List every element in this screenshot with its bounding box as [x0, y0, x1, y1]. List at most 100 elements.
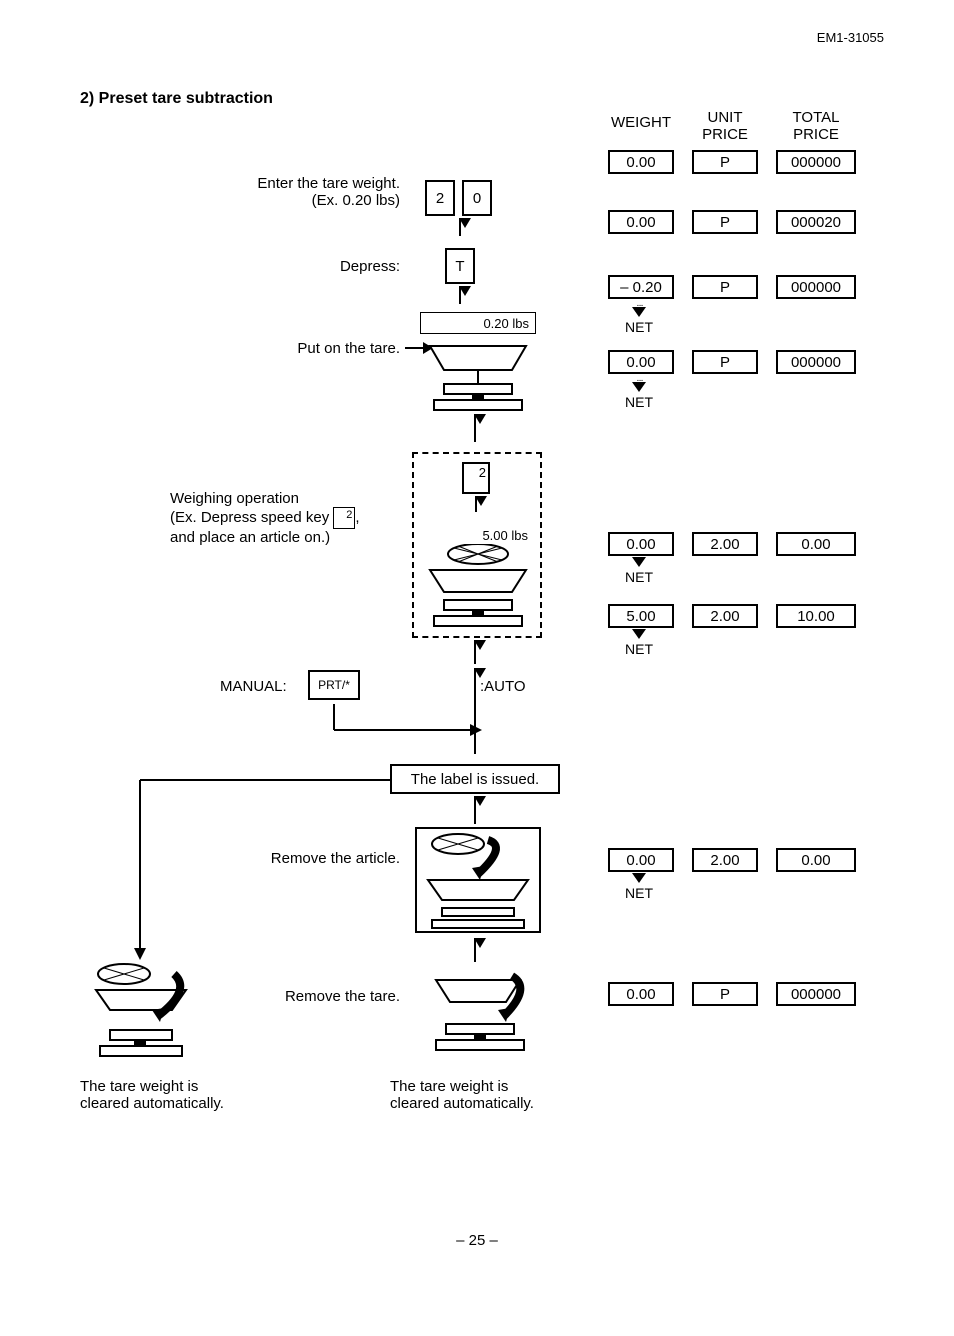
remove-tare-left-icon — [88, 960, 194, 1070]
net-label: NET — [614, 885, 664, 901]
prt-key[interactable]: PRT/* — [308, 670, 360, 700]
disp-r2-unit: P — [692, 210, 758, 234]
net-label: NET — [614, 394, 664, 410]
disp-r2-weight: 0.00 — [608, 210, 674, 234]
connector-icon — [330, 700, 490, 760]
disp-r6-weight: 5.00 — [608, 604, 674, 628]
arrow-icon — [459, 286, 461, 304]
disp-r3-w-val: – 0.20 — [620, 279, 662, 296]
page-number: – 25 – — [0, 1232, 954, 1249]
step4-l1: Weighing operation — [170, 490, 400, 507]
inline-speed-key: 2 — [333, 507, 355, 529]
arrow-icon — [474, 668, 476, 754]
remove-tare-icon — [414, 966, 542, 1064]
section-title: 2) Preset tare subtraction — [80, 90, 273, 108]
disp-r4-u-val: P — [720, 354, 730, 371]
disp-r7-u-val: 2.00 — [710, 852, 739, 869]
step4-l2-pre: (Ex. Depress speed key — [170, 509, 333, 526]
disp-r3-t-val: 000000 — [791, 279, 841, 296]
disp-r8-weight: 0.00 — [608, 982, 674, 1006]
arrow-icon — [474, 414, 476, 442]
disp-r5-total: 0.00 — [776, 532, 856, 556]
disp-r5-w-val: 0.00 — [626, 536, 655, 553]
disp-r2-t-val: 000020 — [791, 214, 841, 231]
arrow-icon — [474, 640, 476, 664]
disp-r3-weight: – 0.20 — [608, 275, 674, 299]
disp-r3-u-val: P — [720, 279, 730, 296]
disp-r4-t-val: 000000 — [791, 354, 841, 371]
scale-weight-label: 5.00 lbs — [420, 528, 536, 543]
key-0[interactable]: 0 — [462, 180, 492, 216]
key-T-label: T — [455, 258, 464, 275]
key-0-label: 0 — [473, 190, 481, 207]
disp-r4-w-val: 0.00 — [626, 354, 655, 371]
scale-display: 0.20 lbs — [420, 312, 536, 334]
disp-r2-u-val: P — [720, 214, 730, 231]
net-indicator: NET — [614, 873, 664, 901]
speed-key-2-label: 2 — [479, 465, 486, 480]
disp-r8-u-val: P — [720, 986, 730, 1003]
header-weight: WEIGHT — [608, 115, 674, 132]
net-indicator: NET — [614, 629, 664, 657]
disp-r7-t-val: 0.00 — [801, 852, 830, 869]
key-2-label: 2 — [436, 190, 444, 207]
disp-r1-unit: P — [692, 150, 758, 174]
net-label: NET — [614, 641, 664, 657]
key-T[interactable]: T — [445, 248, 475, 284]
disp-r5-weight: 0.00 — [608, 532, 674, 556]
disp-r1-total-val: 000000 — [791, 154, 841, 171]
disp-r6-total: 10.00 — [776, 604, 856, 628]
key-2[interactable]: 2 — [425, 180, 455, 216]
disp-r8-unit: P — [692, 982, 758, 1006]
disp-r1-weight: 0.00 — [608, 150, 674, 174]
disp-r6-u-val: 2.00 — [710, 608, 739, 625]
disp-r7-w-val: 0.00 — [626, 852, 655, 869]
disp-r4-total: 000000 — [776, 350, 856, 374]
net-label: NET — [614, 319, 664, 335]
disp-r1-total: 000000 — [776, 150, 856, 174]
arrow-icon — [475, 496, 477, 512]
disp-r5-u-val: 2.00 — [710, 536, 739, 553]
scale-weight: 0.20 lbs — [483, 316, 529, 331]
scale-with-article-icon — [420, 544, 536, 634]
disp-r7-weight: 0.00 — [608, 848, 674, 872]
clear-note-right: The tare weight is cleared automatically… — [390, 1078, 590, 1112]
step2-label: Depress: — [280, 258, 400, 275]
net-indicator: · · ·NET — [614, 300, 664, 335]
arrow-icon — [474, 938, 476, 962]
arrow-icon — [459, 218, 461, 236]
step4-l2: (Ex. Depress speed key 2, — [170, 507, 400, 529]
disp-r6-unit: 2.00 — [692, 604, 758, 628]
disp-r2-total: 000020 — [776, 210, 856, 234]
auto-label: :AUTO — [480, 678, 526, 695]
disp-r3-unit: P — [692, 275, 758, 299]
prt-key-label: PRT/* — [318, 678, 350, 692]
net-indicator: NET — [614, 557, 664, 585]
net-indicator: · · ·NET — [614, 375, 664, 410]
step3-label: Put on the tare. — [230, 340, 400, 357]
disp-r4-unit: P — [692, 350, 758, 374]
speed-key-2[interactable]: 2 — [462, 462, 490, 494]
inline-speed-key-val: 2 — [346, 509, 352, 521]
scale-icon — [420, 334, 536, 414]
net-label: NET — [614, 569, 664, 585]
manual-label: MANUAL: — [220, 678, 287, 695]
disp-r7-unit: 2.00 — [692, 848, 758, 872]
header-total: TOTAL PRICE — [776, 110, 856, 143]
step1-label: Enter the tare weight. (Ex. 0.20 lbs) — [180, 175, 400, 209]
step8-label: Remove the tare. — [230, 988, 400, 1005]
disp-r6-w-val: 5.00 — [626, 608, 655, 625]
disp-r1-weight-val: 0.00 — [626, 154, 655, 171]
disp-r4-weight: 0.00 — [608, 350, 674, 374]
doc-id: EM1-31055 — [817, 30, 884, 45]
disp-r3-total: 000000 — [776, 275, 856, 299]
disp-r8-w-val: 0.00 — [626, 986, 655, 1003]
disp-r6-t-val: 10.00 — [797, 608, 835, 625]
disp-r7-total: 0.00 — [776, 848, 856, 872]
step4-l3: and place an article on.) — [170, 529, 400, 546]
disp-r1-unit-val: P — [720, 154, 730, 171]
disp-r8-total: 000000 — [776, 982, 856, 1006]
disp-r5-unit: 2.00 — [692, 532, 758, 556]
step4-label: Weighing operation (Ex. Depress speed ke… — [170, 490, 400, 546]
clear-note-left: The tare weight is cleared automatically… — [80, 1078, 280, 1112]
